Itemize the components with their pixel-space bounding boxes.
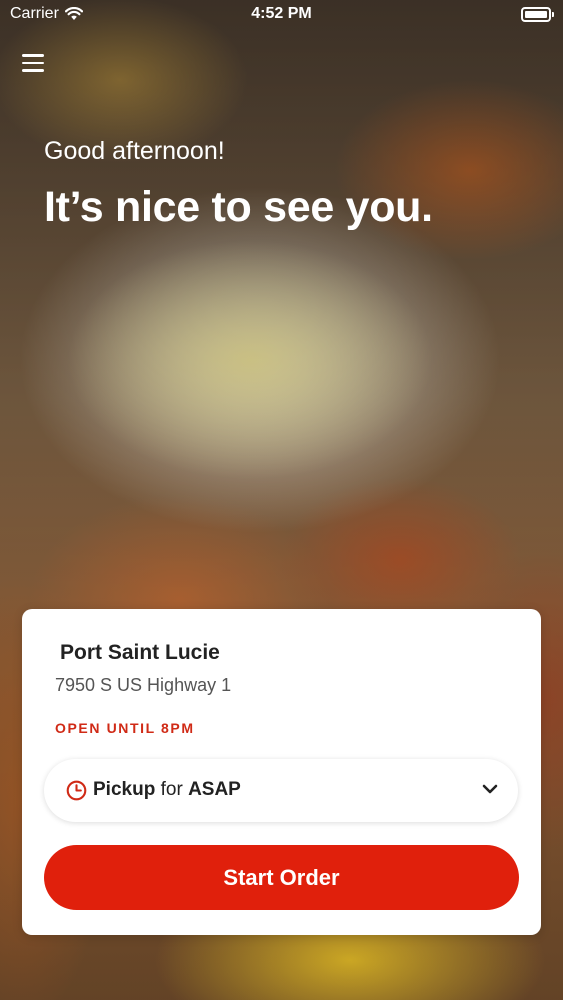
store-address: 7950 S US Highway 1	[55, 675, 232, 695]
pickup-time: ASAP	[188, 779, 241, 800]
pickup-label: Pickup for ASAP	[93, 779, 241, 801]
pickup-time-selector[interactable]: Pickup for ASAP	[44, 759, 518, 822]
start-order-button[interactable]: Start Order	[44, 845, 519, 910]
battery-icon	[521, 7, 554, 22]
clock-icon	[66, 780, 87, 801]
store-name: Port Saint Lucie	[60, 641, 220, 664]
status-time: 4:52 PM	[251, 5, 312, 22]
store-hours: OPEN UNTIL 8PM	[55, 720, 195, 736]
pickup-connector: for	[160, 779, 183, 800]
greeting-subtitle: Good afternoon!	[44, 137, 225, 165]
chevron-down-icon	[482, 784, 498, 794]
hamburger-menu-icon[interactable]	[22, 53, 44, 73]
store-card: Port Saint Lucie 7950 S US Highway 1 OPE…	[22, 609, 541, 935]
greeting-headline: It’s nice to see you.	[44, 183, 433, 231]
pickup-mode: Pickup	[93, 779, 156, 800]
status-bar: Carrier 4:52 PM	[0, 0, 563, 30]
